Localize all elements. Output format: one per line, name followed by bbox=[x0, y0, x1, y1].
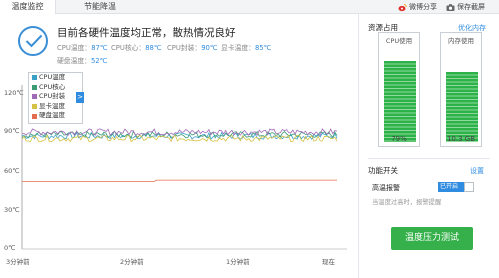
switches-title: 功能开关 bbox=[368, 166, 398, 175]
settings-link[interactable]: 设置 bbox=[470, 166, 484, 176]
memory-usage-value: 10.3 GB bbox=[446, 135, 476, 143]
x-tick-1min: 1分钟前 bbox=[226, 258, 250, 266]
section-divider bbox=[368, 158, 490, 159]
reading-gpu-temp: 显卡温度：85℃ bbox=[221, 44, 272, 52]
cpu-usage-label: CPU使用 bbox=[385, 37, 413, 45]
save-screenshot-button[interactable]: 保存截屏 bbox=[446, 0, 485, 14]
reading-cpu-core: CPU核心：88℃ bbox=[111, 44, 162, 52]
high-temp-alarm-toggle[interactable]: 已开启 bbox=[438, 182, 464, 192]
legend-cpu-core[interactable]: CPU核心 bbox=[29, 83, 82, 93]
weibo-icon bbox=[398, 3, 407, 12]
cpu-usage-meter: CPU使用 bbox=[378, 32, 420, 147]
stress-test-button[interactable]: 温度压力测试 bbox=[391, 227, 473, 250]
x-tick-3min: 3分钟前 bbox=[6, 258, 30, 266]
panel-divider bbox=[358, 14, 359, 278]
cpu-usage-value: 79% bbox=[391, 135, 407, 143]
reading-cpu-temp: CPU温度：87℃ bbox=[57, 44, 108, 52]
tab-temperature-monitor[interactable]: 温度监控 bbox=[0, 0, 56, 14]
legend-disk-temp[interactable]: 硬盘温度 bbox=[29, 111, 82, 121]
legend-cpu-temp[interactable]: CPU温度 bbox=[29, 73, 82, 83]
series-line-4 bbox=[22, 179, 337, 182]
high-temp-alarm-label: 高温报警 bbox=[372, 184, 400, 192]
memory-usage-meter: 内存使用 bbox=[440, 32, 482, 147]
chart-legend: CPU温度 CPU核心 CPU封装 显卡温度 硬盘温度 bbox=[28, 72, 83, 124]
x-tick-2min: 2分钟前 bbox=[120, 258, 144, 266]
reading-disk-temp: 硬盘温度：52℃ bbox=[57, 57, 108, 65]
save-screenshot-label: 保存截屏 bbox=[457, 3, 485, 11]
weibo-share-button[interactable]: 微博分享 bbox=[398, 0, 437, 14]
legend-gpu-temp[interactable]: 显卡温度 bbox=[29, 102, 82, 112]
series-line-2 bbox=[21, 128, 338, 136]
memory-usage-bar bbox=[446, 71, 478, 142]
legend-collapse-button[interactable]: > bbox=[76, 92, 84, 103]
x-tick-now: 现在 bbox=[322, 258, 335, 266]
legend-cpu-package[interactable]: CPU封装 bbox=[29, 92, 82, 102]
toggle-knob[interactable] bbox=[464, 182, 474, 192]
camera-icon bbox=[446, 3, 455, 12]
status-title: 目前各硬件温度均正常，散热情况良好 bbox=[57, 27, 236, 39]
alarm-hint: 当温度过高时，报警提醒 bbox=[372, 199, 442, 206]
status-ok-icon bbox=[18, 26, 48, 56]
weibo-share-label: 微博分享 bbox=[409, 3, 437, 11]
tab-energy-saving[interactable]: 节能降温 bbox=[78, 0, 122, 14]
reading-cpu-package: CPU封装：90℃ bbox=[167, 44, 218, 52]
memory-usage-label: 内存使用 bbox=[448, 37, 474, 45]
cpu-usage-bar bbox=[384, 60, 416, 142]
